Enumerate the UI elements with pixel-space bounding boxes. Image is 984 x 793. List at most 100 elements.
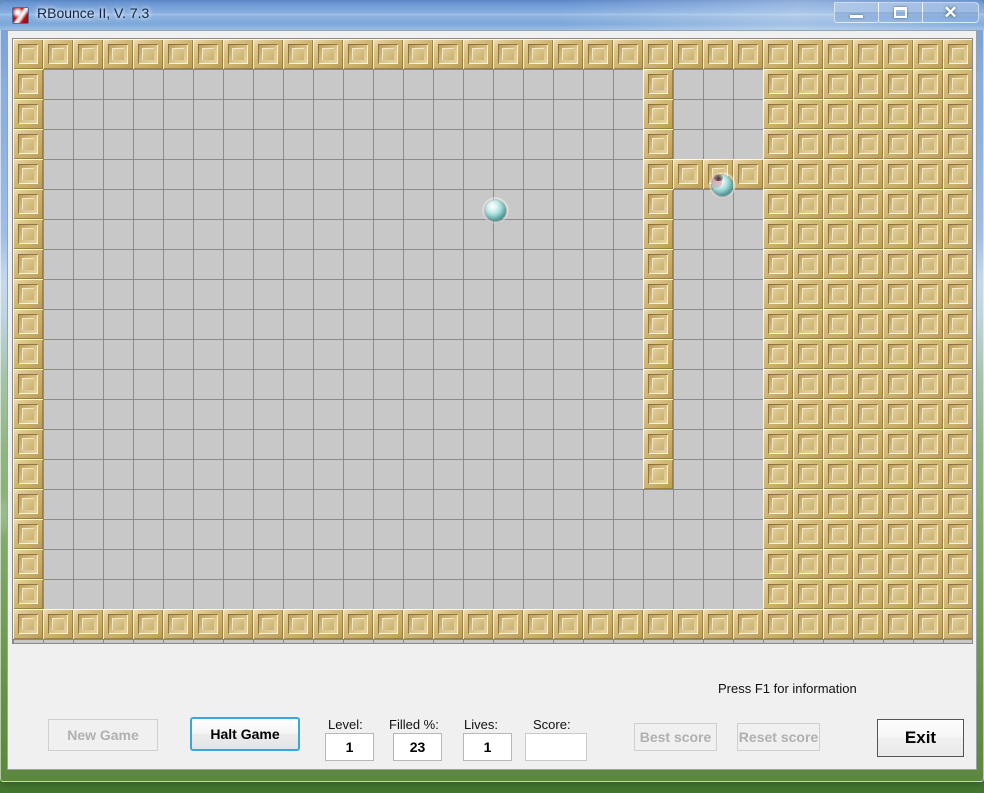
close-button[interactable]: ✕ (922, 2, 979, 23)
board-tile (643, 309, 673, 339)
board-tile (883, 129, 913, 159)
board-tile (763, 549, 793, 579)
ball-1 (485, 200, 506, 221)
halt-game-button[interactable]: Halt Game (190, 717, 300, 751)
board-tile (823, 219, 853, 249)
board-tile (523, 609, 553, 639)
board-tile (763, 309, 793, 339)
board-tile (853, 519, 883, 549)
board-tile (943, 309, 972, 339)
board-tile (853, 99, 883, 129)
best-score-button[interactable]: Best score (634, 723, 717, 751)
board-tile (913, 129, 943, 159)
board-tile (43, 609, 73, 639)
board-tile (883, 489, 913, 519)
board-tile (943, 609, 972, 639)
board-tile (823, 609, 853, 639)
board-tile (883, 579, 913, 609)
board-tile (793, 489, 823, 519)
board-tile (913, 339, 943, 369)
board-tile (253, 39, 283, 69)
board-tile (643, 459, 673, 489)
board-tile (913, 579, 943, 609)
board-tile (313, 39, 343, 69)
board-tile (583, 39, 613, 69)
board-tile (793, 309, 823, 339)
board-tile (763, 399, 793, 429)
board-tile (643, 219, 673, 249)
board-tile (823, 519, 853, 549)
new-game-button[interactable]: New Game (48, 719, 158, 751)
minimize-button[interactable] (834, 2, 879, 23)
board-tile (643, 99, 673, 129)
board-tile (913, 159, 943, 189)
board-tile (883, 429, 913, 459)
filled-label: Filled %: (389, 717, 439, 732)
board-tile (793, 189, 823, 219)
board-tile (163, 39, 193, 69)
board-tile (13, 309, 43, 339)
board-tile (73, 609, 103, 639)
board-tile (643, 399, 673, 429)
board-tile (733, 39, 763, 69)
board-tile (553, 609, 583, 639)
board-tile (943, 489, 972, 519)
board-tile (643, 369, 673, 399)
board-tile (793, 339, 823, 369)
board-tile (793, 69, 823, 99)
board-tile (883, 39, 913, 69)
board-tile (853, 159, 883, 189)
board-tile (643, 129, 673, 159)
board-tile (643, 69, 673, 99)
board-tile (793, 39, 823, 69)
board-tile (703, 609, 733, 639)
board-tile (13, 459, 43, 489)
board-tile (193, 39, 223, 69)
board-tile (853, 339, 883, 369)
application-window: RBounce II, V. 7.3 ✕ Press F1 for inform… (0, 0, 984, 782)
board-tile (673, 159, 703, 189)
board-tile (763, 519, 793, 549)
board-tile (73, 39, 103, 69)
close-icon: ✕ (943, 3, 958, 22)
board-tile (133, 39, 163, 69)
board-tile (913, 39, 943, 69)
board-tile (823, 189, 853, 219)
board-tile (913, 549, 943, 579)
board-tile (853, 549, 883, 579)
board-tile (643, 609, 673, 639)
board-tile (823, 309, 853, 339)
board-tile (13, 429, 43, 459)
board-tile (763, 579, 793, 609)
board-tile (223, 39, 253, 69)
board-tile (223, 609, 253, 639)
board-tile (913, 369, 943, 399)
board-tile (343, 609, 373, 639)
board-tile (943, 429, 972, 459)
board-tile (13, 99, 43, 129)
board-tile (763, 369, 793, 399)
level-label: Level: (328, 717, 363, 732)
board-tile (853, 489, 883, 519)
board-tile (853, 459, 883, 489)
filled-value: 23 (393, 733, 442, 761)
board-tile (793, 219, 823, 249)
board-tile (763, 459, 793, 489)
board-tile (193, 609, 223, 639)
board-tile (733, 609, 763, 639)
board-tile (643, 159, 673, 189)
board-tile (823, 99, 853, 129)
board-tile (913, 429, 943, 459)
board-tile (793, 519, 823, 549)
game-playfield[interactable] (12, 38, 973, 644)
board-tile (283, 39, 313, 69)
board-tile (823, 489, 853, 519)
exit-button[interactable]: Exit (877, 719, 964, 757)
reset-score-button[interactable]: Reset score (737, 723, 820, 751)
title-bar[interactable]: RBounce II, V. 7.3 ✕ (0, 0, 984, 30)
maximize-button[interactable] (878, 2, 923, 23)
board-tile (403, 39, 433, 69)
board-tile (793, 609, 823, 639)
board-tile (793, 549, 823, 579)
board-tile (883, 69, 913, 99)
